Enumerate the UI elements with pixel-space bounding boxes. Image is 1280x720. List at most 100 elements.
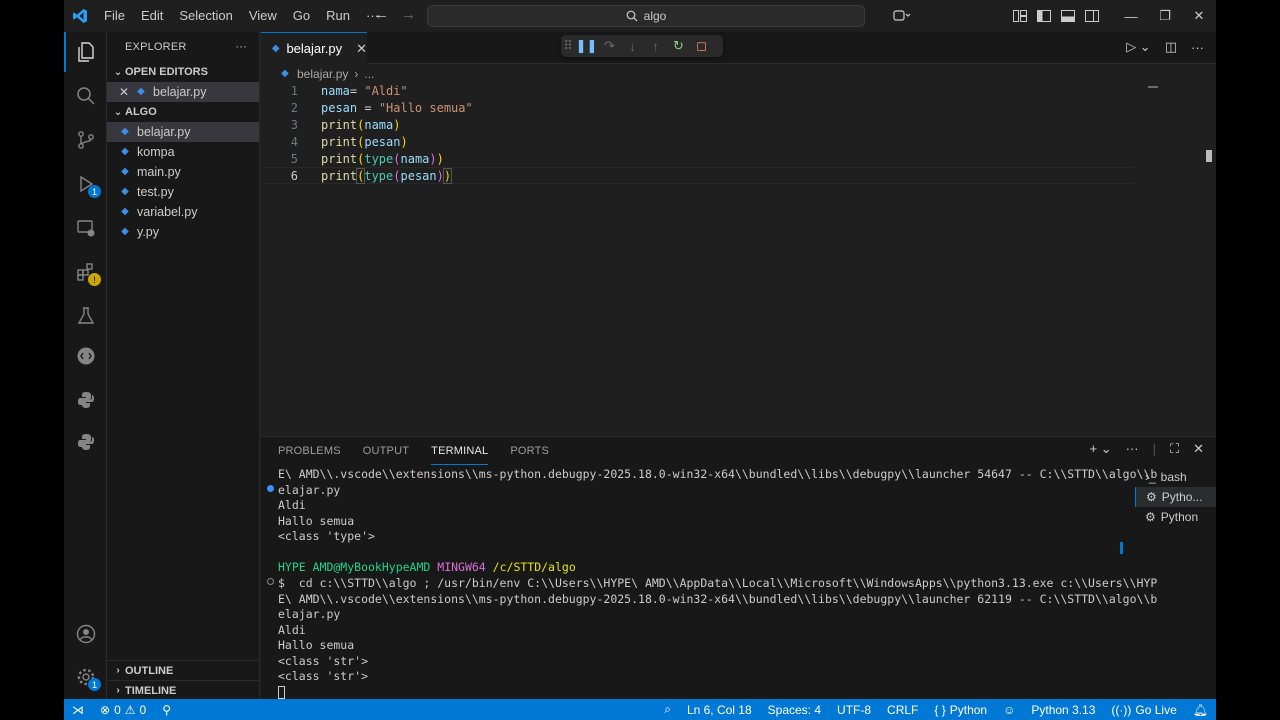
command-running-dot[interactable]: [267, 578, 274, 585]
file-item-test[interactable]: ◆ test.py: [107, 182, 259, 202]
live-share-icon[interactable]: [64, 336, 107, 376]
editor-more-icon[interactable]: ···: [1191, 40, 1204, 55]
tab-belajar[interactable]: ◆ belajar.py ✕: [261, 32, 367, 64]
manage-gear-icon[interactable]: 1: [64, 657, 107, 697]
timeline-section[interactable]: › TIMELINE: [107, 680, 260, 700]
python-icon[interactable]: [64, 380, 107, 420]
minimize-icon[interactable]: —: [1114, 0, 1148, 32]
file-item-kompa[interactable]: ◆ kompa: [107, 142, 259, 162]
menu-edit[interactable]: Edit: [133, 0, 171, 32]
close-editor-icon[interactable]: ✕: [119, 85, 135, 99]
language-mode[interactable]: { } Python: [926, 703, 995, 717]
tab-terminal[interactable]: TERMINAL: [431, 443, 489, 465]
file-item-y[interactable]: ◆ y.py: [107, 222, 259, 242]
terminal-scrollbar[interactable]: [1120, 542, 1123, 554]
file-item-main[interactable]: ◆ main.py: [107, 162, 259, 182]
breadcrumb-more[interactable]: ...: [364, 67, 374, 81]
line-number: 1: [290, 83, 298, 98]
tab-ports[interactable]: PORTS: [510, 443, 549, 465]
pause-icon[interactable]: ❚❚: [575, 38, 598, 54]
zoom-search-icon[interactable]: ⌕: [656, 702, 679, 717]
close-panel-icon[interactable]: ✕: [1193, 441, 1204, 457]
close-tab-icon[interactable]: ✕: [356, 41, 367, 57]
forward-arrow-icon[interactable]: →: [401, 6, 416, 23]
customize-layout-icon[interactable]: [1008, 0, 1032, 32]
split-editor-icon[interactable]: ◫: [1165, 39, 1177, 55]
terminal-item-python[interactable]: ⚙ Python: [1135, 507, 1216, 527]
source-control-icon[interactable]: [64, 120, 107, 160]
restore-icon[interactable]: ❐: [1148, 0, 1182, 32]
tab-output[interactable]: OUTPUT: [363, 443, 409, 465]
panel-more-icon[interactable]: ···: [1126, 441, 1139, 457]
breadcrumb: ◆ belajar.py › ...: [261, 64, 374, 84]
toggle-primary-sidebar-icon[interactable]: [1032, 0, 1056, 32]
indentation[interactable]: Spaces: 4: [760, 703, 829, 717]
minimap[interactable]: [1148, 86, 1158, 88]
run-python-file-icon[interactable]: ▷ ⌄: [1126, 39, 1151, 55]
code-editor[interactable]: 1 nama= "Aldi" 2 pesan = "Hallo semua" 3…: [261, 82, 1216, 432]
command-center-search[interactable]: algo: [427, 5, 865, 27]
step-over-icon[interactable]: ↷: [598, 38, 621, 54]
menu-file[interactable]: File: [96, 0, 133, 32]
menu-run[interactable]: Run: [318, 0, 358, 32]
prompt-path: /c/STTD/algo: [492, 560, 576, 574]
code-text: pesan = "Hallo semua": [321, 100, 473, 115]
copilot-status-icon[interactable]: ☺: [995, 703, 1023, 717]
encoding[interactable]: UTF-8: [829, 703, 879, 717]
activity-bar: 1 ! 1: [64, 32, 107, 699]
code-text: nama= "Aldi": [321, 83, 408, 98]
folder-algo-section[interactable]: ⌄ ALGO: [107, 102, 259, 122]
open-editor-item[interactable]: ✕ ◆ belajar.py: [107, 82, 259, 102]
toggle-panel-icon[interactable]: [1056, 0, 1080, 32]
debug-status-icon[interactable]: ⚲: [154, 703, 179, 717]
restart-icon[interactable]: ↻: [667, 38, 690, 54]
remote-indicator-icon[interactable]: ⋊: [64, 699, 92, 720]
end-of-line[interactable]: CRLF: [879, 703, 926, 717]
back-arrow-icon[interactable]: ←: [374, 6, 389, 23]
navigation-arrows: ← →: [374, 6, 416, 23]
file-label: main.py: [137, 165, 181, 179]
testing-flask-icon[interactable]: [64, 296, 107, 336]
copilot-icon[interactable]: [886, 0, 918, 32]
explorer-header: EXPLORER ···: [107, 32, 259, 62]
run-debug-icon[interactable]: 1: [64, 164, 107, 204]
cursor-position[interactable]: Ln 6, Col 18: [679, 703, 760, 717]
problems-status[interactable]: ⊗ 0 ⚠ 0: [92, 703, 154, 717]
command-success-dot[interactable]: [267, 485, 274, 492]
stop-icon[interactable]: ◻: [690, 38, 713, 54]
open-editors-section[interactable]: ⌄ OPEN EDITORS: [107, 62, 259, 82]
tab-problems[interactable]: PROBLEMS: [278, 443, 341, 465]
maximize-panel-icon[interactable]: ⛶: [1170, 441, 1179, 457]
terminal-output[interactable]: E\ AMD\\.vscode\\extensions\\ms-python.d…: [261, 467, 1157, 700]
step-into-icon[interactable]: ↓: [621, 39, 644, 54]
remote-explorer-icon[interactable]: [64, 208, 107, 248]
toggle-secondary-sidebar-icon[interactable]: [1080, 0, 1104, 32]
breadcrumb-file[interactable]: belajar.py: [297, 67, 348, 81]
window-close-icon[interactable]: ✕: [1182, 0, 1216, 32]
new-terminal-icon[interactable]: + ⌄: [1089, 441, 1111, 457]
editor-scrollbar[interactable]: [1206, 150, 1212, 162]
outline-section[interactable]: › OUTLINE: [107, 660, 260, 680]
python-environments-icon[interactable]: [64, 422, 107, 462]
terminal-line: <class 'str'>: [278, 669, 369, 683]
menu-go[interactable]: Go: [285, 0, 318, 32]
explorer-more-icon[interactable]: ···: [235, 41, 247, 53]
go-live-button[interactable]: ((·)) Go Live: [1103, 703, 1184, 717]
menu-view[interactable]: View: [241, 0, 285, 32]
explorer-icon[interactable]: [64, 32, 107, 72]
extensions-icon[interactable]: !: [64, 252, 107, 292]
file-item-variabel[interactable]: ◆ variabel.py: [107, 202, 259, 222]
notifications-bell-icon[interactable]: 🔔︎: [1185, 703, 1216, 717]
tab-label: belajar.py: [286, 41, 343, 56]
terminal-item-bash[interactable]: ›_ bash: [1135, 467, 1216, 487]
menu-selection[interactable]: Selection: [171, 0, 240, 32]
file-item-belajar[interactable]: ◆ belajar.py: [107, 122, 259, 142]
terminal-item-python-debug[interactable]: ⚙ Pytho...: [1135, 487, 1216, 507]
search-view-icon[interactable]: [64, 76, 107, 116]
title-right-controls: — ❐ ✕: [886, 0, 1216, 32]
step-out-icon[interactable]: ↑: [644, 39, 667, 54]
terminal-prompt: HYPE AMD@MyBookHypeAMD MINGW64 /c/STTD/a…: [278, 560, 576, 575]
drag-handle-icon[interactable]: ⠿: [561, 38, 575, 54]
python-interpreter[interactable]: Python 3.13: [1023, 703, 1103, 717]
accounts-icon[interactable]: [64, 614, 107, 654]
